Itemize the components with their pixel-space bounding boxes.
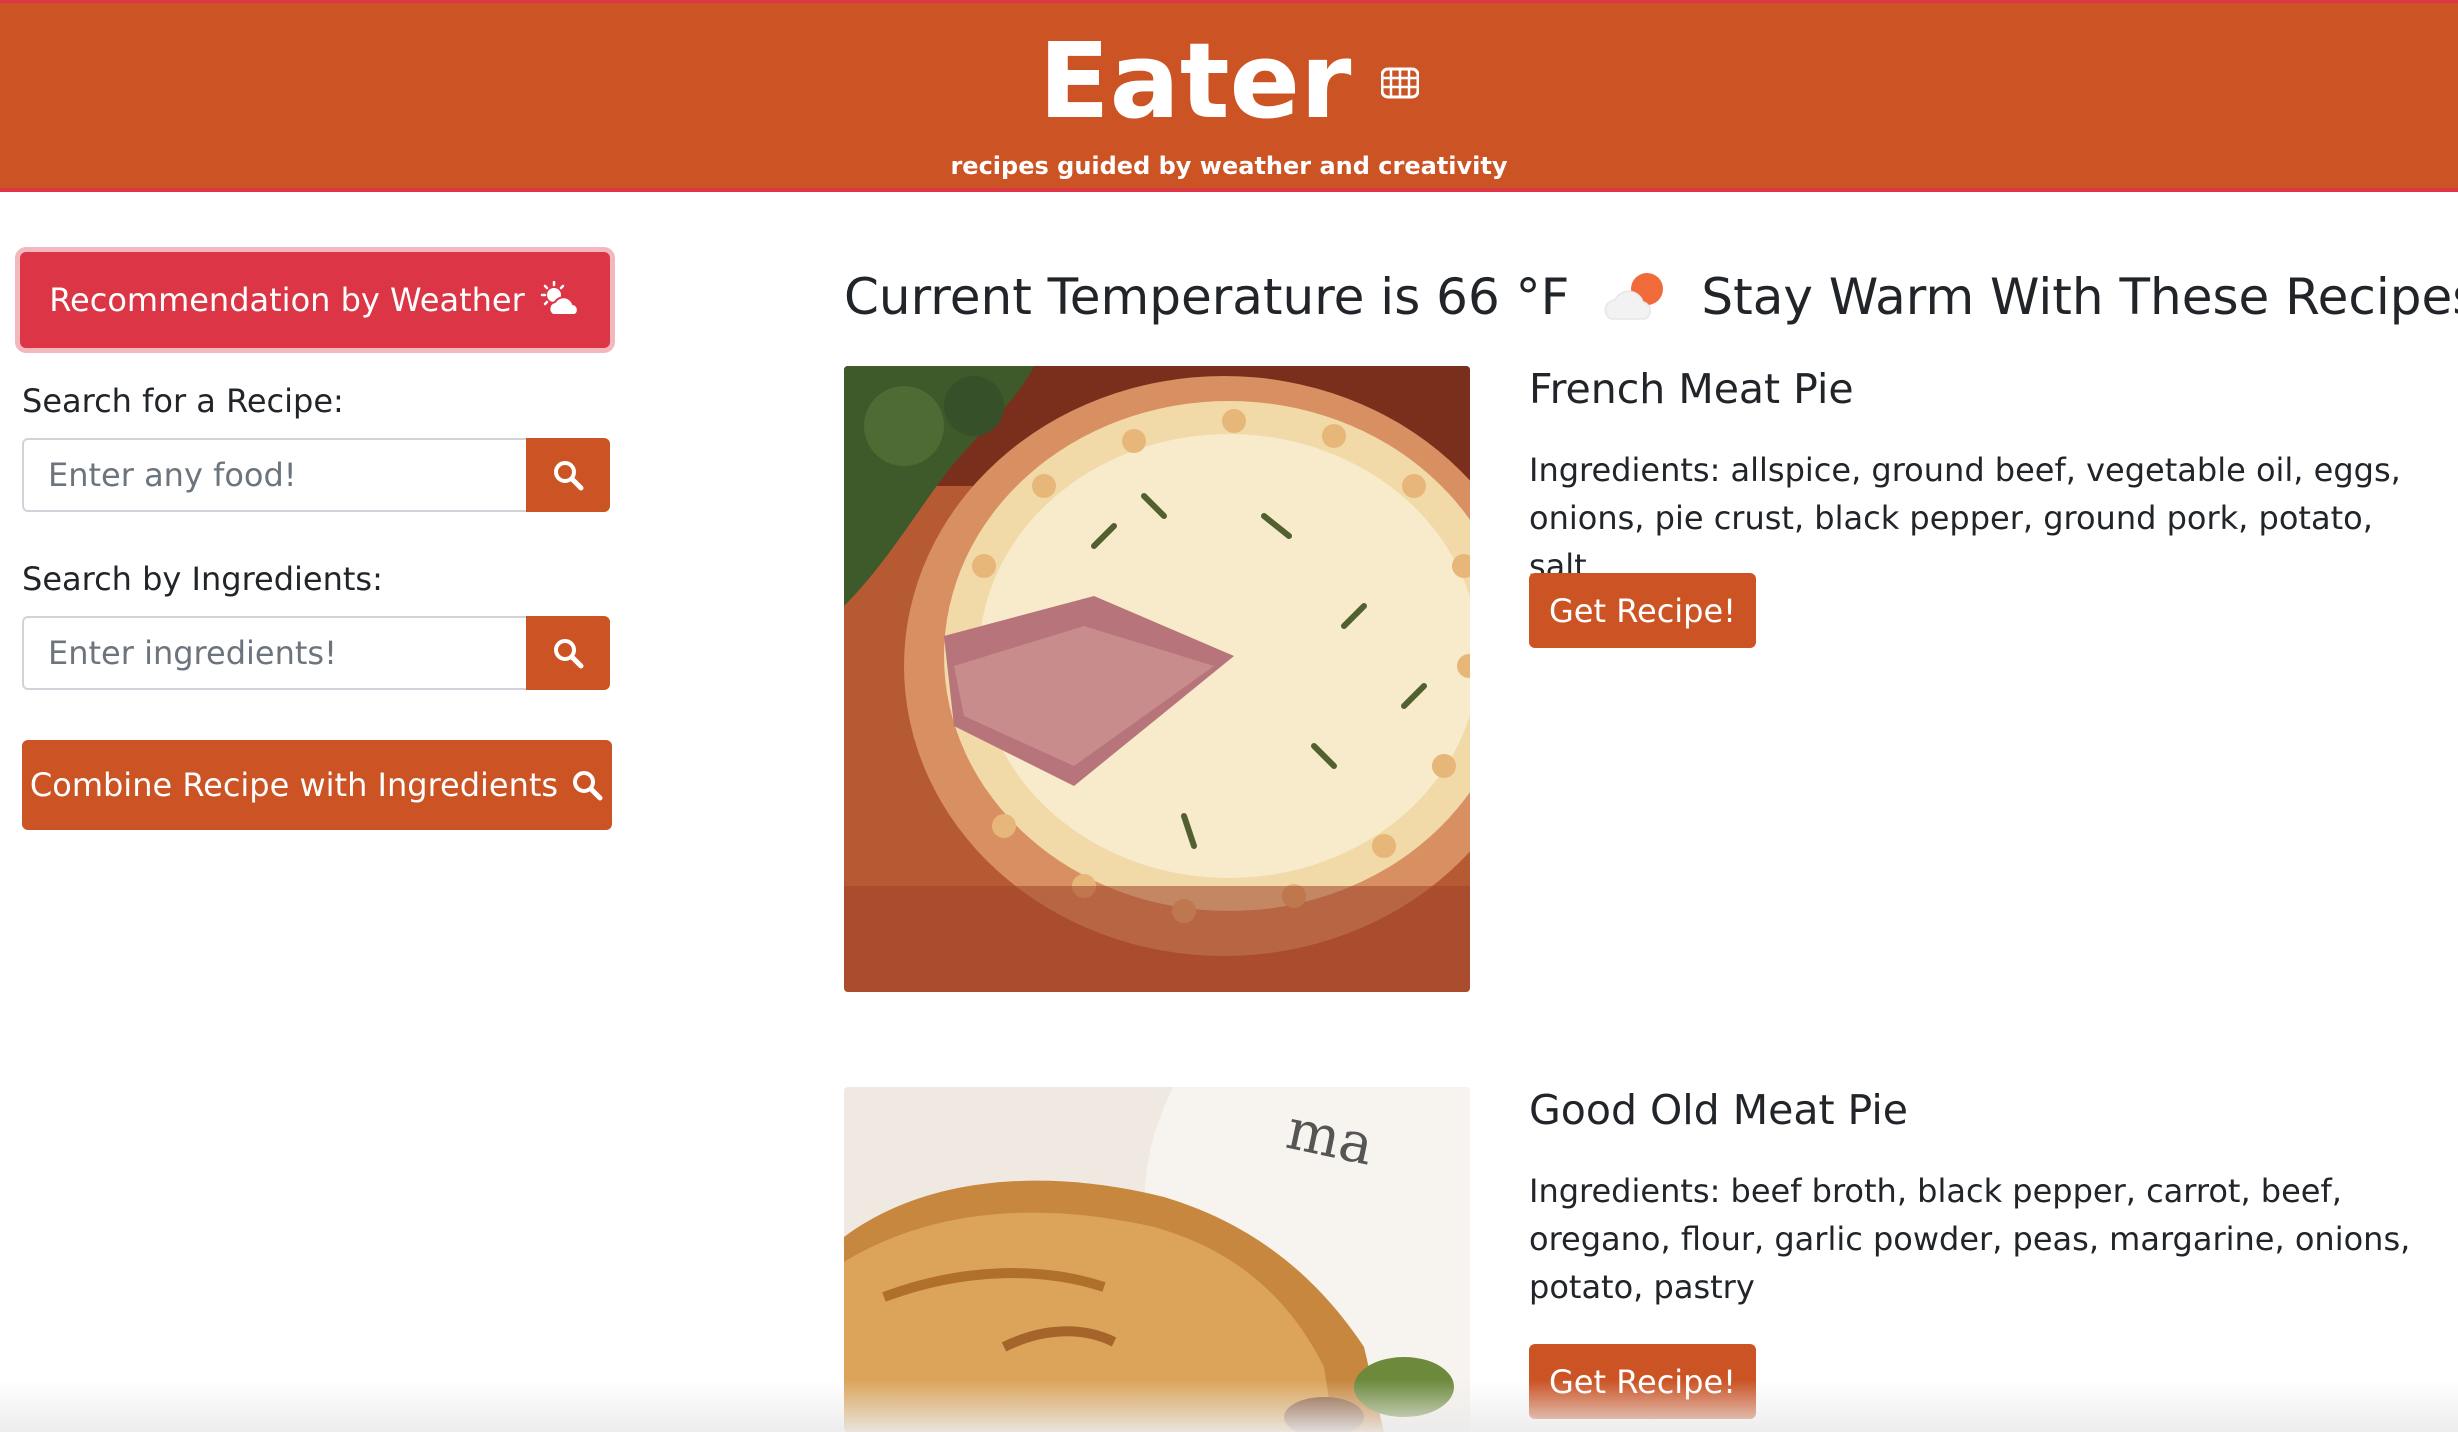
recipe-title: French Meat Pie: [1529, 365, 1854, 413]
meat-pie-photo: [844, 366, 1470, 992]
tagline: recipes guided by weather and creativity: [950, 152, 1508, 180]
search-icon: [573, 771, 603, 801]
waffle-icon: [1381, 67, 1420, 99]
brand-name[interactable]: Eater: [1039, 20, 1352, 142]
combine-button-label: Combine Recipe with Ingredients: [29, 766, 559, 804]
recipe-search-label: Search for a Recipe:: [22, 382, 344, 420]
recipe-search-button[interactable]: [526, 438, 610, 512]
get-recipe-button[interactable]: Get Recipe!: [1529, 573, 1756, 648]
weather-button-label: Recommendation by Weather: [49, 281, 525, 319]
recipe-image-french-meat-pie[interactable]: [844, 366, 1470, 992]
recipe-ingredients: Ingredients: allspice, ground beef, vege…: [1529, 451, 2401, 585]
cloud-sun-icon: [540, 281, 579, 316]
partly-cloudy-sun-icon: [1605, 273, 1664, 320]
ingredient-search-button[interactable]: [526, 616, 610, 690]
recipe-image-good-old-meat-pie[interactable]: ma: [844, 1087, 1470, 1432]
search-icon: [554, 639, 584, 669]
get-recipe-button[interactable]: Get Recipe!: [1529, 1344, 1756, 1419]
combine-recipe-button[interactable]: Combine Recipe with Ingredients: [22, 740, 612, 830]
recipe-ingredients: Ingredients: beef broth, black pepper, c…: [1529, 1172, 2411, 1306]
recipe-title: Good Old Meat Pie: [1529, 1086, 1908, 1134]
ingredient-search-input[interactable]: [22, 616, 526, 690]
weather-summary: Current Temperature is 66 °F Stay Warm W…: [844, 262, 2458, 332]
recommendation-text: Stay Warm With These Recipes:: [1701, 268, 2458, 326]
ingredient-search-label: Search by Ingredients:: [22, 560, 383, 598]
meat-pie-photo: ma: [844, 1087, 1470, 1432]
temperature-text: Current Temperature is 66 °F: [844, 268, 1570, 326]
recipe-search-input[interactable]: [22, 438, 526, 512]
search-icon: [554, 461, 584, 491]
brand[interactable]: Eater: [0, 21, 2458, 141]
recommendation-by-weather-button[interactable]: Recommendation by Weather: [20, 252, 610, 348]
site-header: Eater recipes guided by weather and crea…: [0, 0, 2458, 192]
